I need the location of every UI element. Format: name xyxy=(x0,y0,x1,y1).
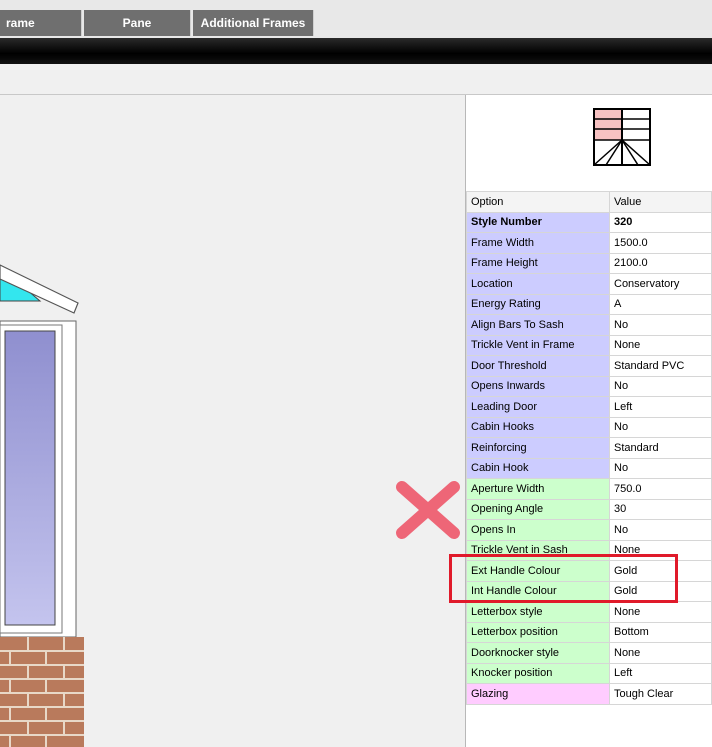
tab-strip: rame Pane Additional Frames xyxy=(0,0,712,38)
row-option: Opening Angle xyxy=(466,498,610,520)
row-value[interactable]: 1500.0 xyxy=(609,232,712,254)
row-option: Reinforcing xyxy=(466,437,610,459)
table-row[interactable]: Frame Width 1500.0 xyxy=(466,232,712,254)
row-option: Opens In xyxy=(466,519,610,541)
table-row[interactable]: Trickle Vent in Frame None xyxy=(466,334,712,356)
row-option: Location xyxy=(466,273,610,295)
table-row[interactable]: Cabin Hooks No xyxy=(466,416,712,438)
row-value[interactable]: 320 xyxy=(609,211,712,233)
row-value[interactable]: 750.0 xyxy=(609,478,712,500)
properties-table: Option Value Style Number 320 Frame Width 1… xyxy=(466,191,712,705)
door-style-preview-icon[interactable] xyxy=(593,108,651,166)
table-row[interactable]: Energy Rating A xyxy=(466,293,712,315)
row-value[interactable]: Left xyxy=(609,662,712,684)
toolbar-area xyxy=(0,64,712,95)
table-row[interactable]: Glazing Tough Clear xyxy=(466,683,712,705)
table-row[interactable]: Letterbox position Bottom xyxy=(466,621,712,643)
table-row[interactable]: Knocker position Left xyxy=(466,662,712,684)
row-option: Leading Door xyxy=(466,396,610,418)
row-value[interactable]: No xyxy=(609,314,712,336)
tab-additional-frames[interactable]: Additional Frames xyxy=(193,10,314,36)
tab-pane[interactable]: Pane xyxy=(84,10,191,36)
table-row[interactable]: Letterbox style None xyxy=(466,601,712,623)
glass-pane xyxy=(4,330,56,626)
row-value[interactable]: Standard PVC xyxy=(609,355,712,377)
row-option: Cabin Hook xyxy=(466,457,610,479)
row-option: Doorknocker style xyxy=(466,642,610,664)
row-option: Energy Rating xyxy=(466,293,610,315)
row-value[interactable]: No xyxy=(609,519,712,541)
title-bar xyxy=(0,38,712,64)
row-option: Frame Width xyxy=(466,232,610,254)
row-option: Style Number xyxy=(466,211,610,233)
properties-panel: Option Value Style Number 320 Frame Width 1… xyxy=(466,95,712,747)
row-value[interactable]: None xyxy=(609,334,712,356)
header-value: Value xyxy=(609,191,712,213)
row-option: Opens Inwards xyxy=(466,375,610,397)
row-value[interactable]: Conservatory xyxy=(609,273,712,295)
table-row[interactable]: Location Conservatory xyxy=(466,273,712,295)
row-value[interactable]: 30 xyxy=(609,498,712,520)
tab-frame[interactable]: rame xyxy=(0,10,82,36)
row-option: Glazing xyxy=(466,683,610,705)
table-row[interactable]: Opens Inwards No xyxy=(466,375,712,397)
row-value[interactable]: Standard xyxy=(609,437,712,459)
brick-wall xyxy=(0,637,84,747)
row-value[interactable]: Left xyxy=(609,396,712,418)
table-row[interactable]: Style Number 320 xyxy=(466,211,712,233)
table-row[interactable]: Opening Angle 30 xyxy=(466,498,712,520)
table-row[interactable]: Opens In No xyxy=(466,519,712,541)
table-row[interactable]: Door Threshold Standard PVC xyxy=(466,355,712,377)
row-value[interactable]: Tough Clear xyxy=(609,683,712,705)
header-option: Option xyxy=(466,191,610,213)
row-option: Align Bars To Sash xyxy=(466,314,610,336)
table-row[interactable]: Align Bars To Sash No xyxy=(466,314,712,336)
drawing-canvas[interactable] xyxy=(0,95,466,747)
table-row[interactable]: Aperture Width 750.0 xyxy=(466,478,712,500)
row-value[interactable]: None xyxy=(609,642,712,664)
row-option: Letterbox position xyxy=(466,621,610,643)
row-option: Cabin Hooks xyxy=(466,416,610,438)
row-option: Knocker position xyxy=(466,662,610,684)
row-option: Door Threshold xyxy=(466,355,610,377)
row-value[interactable]: 2100.0 xyxy=(609,252,712,274)
row-value[interactable]: A xyxy=(609,293,712,315)
highlight-box xyxy=(449,554,678,603)
row-option: Letterbox style xyxy=(466,601,610,623)
row-option: Trickle Vent in Frame xyxy=(466,334,610,356)
door-drawing xyxy=(0,264,84,747)
row-option: Frame Height xyxy=(466,252,610,274)
row-value[interactable]: None xyxy=(609,601,712,623)
table-header: Option Value xyxy=(466,191,712,213)
row-option: Aperture Width xyxy=(466,478,610,500)
table-row[interactable]: Reinforcing Standard xyxy=(466,437,712,459)
table-row[interactable]: Leading Door Left xyxy=(466,396,712,418)
x-mark-icon xyxy=(396,481,460,539)
row-value[interactable]: No xyxy=(609,457,712,479)
table-row[interactable]: Doorknocker style None xyxy=(466,642,712,664)
row-value[interactable]: No xyxy=(609,375,712,397)
row-value[interactable]: Bottom xyxy=(609,621,712,643)
row-value[interactable]: No xyxy=(609,416,712,438)
table-row[interactable]: Cabin Hook No xyxy=(466,457,712,479)
table-row[interactable]: Frame Height 2100.0 xyxy=(466,252,712,274)
